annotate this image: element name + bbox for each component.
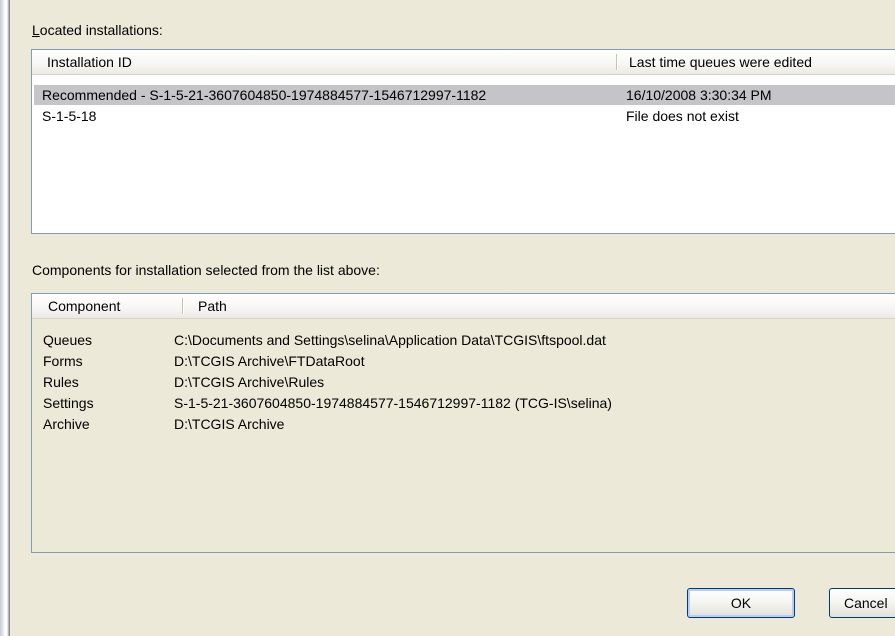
component-name-cell: Forms xyxy=(43,353,83,369)
installation-row-selected[interactable]: Recommended - S-1-5-21-3607604850-197488… xyxy=(34,85,895,105)
column-header-component[interactable]: Component xyxy=(48,294,120,318)
column-header-installation-id[interactable]: Installation ID xyxy=(47,50,132,74)
component-path-cell: S-1-5-21-3607604850-1974884577-154671299… xyxy=(174,395,612,411)
component-row[interactable]: Rules D:\TCGIS Archive\Rules xyxy=(34,372,895,392)
component-name-cell: Archive xyxy=(43,416,90,432)
component-path-cell: D:\TCGIS Archive\Rules xyxy=(174,374,325,390)
column-separator[interactable] xyxy=(182,298,183,314)
installation-dialog: Located installations: Installation ID L… xyxy=(0,0,895,636)
last-edited-cell: File does not exist xyxy=(626,108,739,124)
component-name-cell: Rules xyxy=(43,374,79,390)
located-installations-label-text: ocated installations: xyxy=(39,22,163,38)
component-path-cell: C:\Documents and Settings\selina\Applica… xyxy=(174,332,606,348)
dialog-body: Located installations: Installation ID L… xyxy=(10,0,895,636)
installation-id-cell: Recommended - S-1-5-21-3607604850-197488… xyxy=(42,87,487,103)
component-row[interactable]: Archive D:\TCGIS Archive xyxy=(34,414,895,434)
mnemonic-letter: L xyxy=(32,22,40,38)
installations-list-header: Installation ID Last time queues were ed… xyxy=(32,50,895,75)
column-header-path[interactable]: Path xyxy=(198,294,227,318)
components-label: Components for installation selected fro… xyxy=(32,262,380,278)
components-list[interactable]: Component Path Queues C:\Documents and S… xyxy=(31,293,895,553)
cancel-button[interactable]: Cancel xyxy=(829,588,895,618)
installations-list[interactable]: Installation ID Last time queues were ed… xyxy=(31,49,895,234)
component-row[interactable]: Settings S-1-5-21-3607604850-1974884577-… xyxy=(34,393,895,413)
ok-button[interactable]: OK xyxy=(687,588,795,618)
component-row[interactable]: Queues C:\Documents and Settings\selina\… xyxy=(34,330,895,350)
last-edited-cell: 16/10/2008 3:30:34 PM xyxy=(626,87,772,103)
located-installations-label: Located installations: xyxy=(32,22,163,38)
installation-id-cell: S-1-5-18 xyxy=(42,108,97,124)
column-separator[interactable] xyxy=(616,54,617,70)
component-name-cell: Queues xyxy=(43,332,93,348)
components-list-header: Component Path xyxy=(32,294,895,319)
window-frame-left xyxy=(0,0,10,636)
installation-row[interactable]: S-1-5-18 File does not exist xyxy=(34,106,895,126)
column-header-last-edited[interactable]: Last time queues were edited xyxy=(629,50,812,74)
component-row[interactable]: Forms D:\TCGIS Archive\FTDataRoot xyxy=(34,351,895,371)
component-name-cell: Settings xyxy=(43,395,94,411)
component-path-cell: D:\TCGIS Archive\FTDataRoot xyxy=(174,353,365,369)
component-path-cell: D:\TCGIS Archive xyxy=(174,416,285,432)
